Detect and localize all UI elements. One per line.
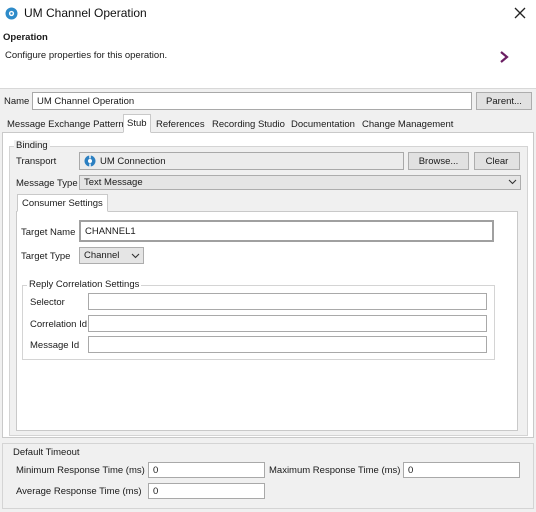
header-title: Operation [3, 32, 48, 43]
tab-documentation[interactable]: Documentation [287, 116, 359, 132]
tab-stub[interactable]: Stub [123, 114, 151, 133]
message-id-label: Message Id [30, 340, 80, 351]
clear-button[interactable]: Clear [474, 152, 520, 170]
close-icon[interactable] [510, 3, 530, 23]
name-value: UM Channel Operation [37, 95, 135, 107]
binding-group-label: Binding [14, 140, 50, 151]
name-field[interactable]: UM Channel Operation [32, 92, 472, 110]
correlation-id-field[interactable] [88, 315, 487, 332]
avg-response-label: Average Response Time (ms) [16, 486, 142, 497]
max-response-value: 0 [408, 464, 414, 476]
selector-field[interactable] [88, 293, 487, 310]
max-response-field[interactable]: 0 [403, 462, 520, 478]
target-name-field[interactable]: CHANNEL1 [79, 220, 494, 242]
reply-correlation-label: Reply Correlation Settings [27, 279, 142, 290]
tab-references[interactable]: References [152, 116, 209, 132]
avg-response-field[interactable]: 0 [148, 483, 265, 499]
tab-label: Message Exchange Pattern [7, 118, 124, 130]
name-label: Name [4, 96, 30, 107]
min-response-field[interactable]: 0 [148, 462, 265, 478]
message-type-select[interactable]: Text Message [79, 175, 521, 190]
transport-label: Transport [16, 156, 57, 167]
tab-change-management[interactable]: Change Management [358, 116, 457, 132]
correlation-id-label: Correlation Id [30, 319, 88, 330]
um-connection-icon [84, 155, 96, 167]
service-gear-icon [5, 7, 18, 20]
chevron-right-icon[interactable] [498, 50, 510, 64]
tab-label: Change Management [362, 118, 454, 130]
window-title: UM Channel Operation [24, 6, 147, 20]
header-description: Configure properties for this operation. [5, 50, 168, 61]
min-response-value: 0 [153, 464, 159, 476]
parent-button[interactable]: Parent... [476, 92, 532, 110]
tab-message-exchange-pattern[interactable]: Message Exchange Pattern [3, 116, 128, 132]
default-timeout-label: Default Timeout [13, 447, 80, 458]
browse-button-label: Browse... [418, 155, 459, 167]
target-type-value: Channel [84, 250, 120, 261]
message-type-label: Message Type [16, 178, 78, 189]
tab-label: Documentation [291, 118, 355, 130]
selector-label: Selector [30, 297, 65, 308]
max-response-label: Maximum Response Time (ms) [269, 465, 401, 476]
avg-response-value: 0 [153, 485, 159, 497]
chevron-down-icon [131, 253, 140, 259]
target-name-value: CHANNEL1 [85, 225, 136, 237]
tab-recording-studio[interactable]: Recording Studio [208, 116, 289, 132]
message-type-value: Text Message [84, 177, 143, 188]
target-type-select[interactable]: Channel [79, 247, 144, 264]
clear-button-label: Clear [485, 155, 509, 167]
transport-value: UM Connection [100, 155, 166, 167]
chevron-down-icon [508, 179, 517, 185]
title-bar: UM Channel Operation [0, 0, 536, 27]
operation-header: Operation Configure properties for this … [0, 27, 536, 89]
tab-label: References [156, 118, 205, 130]
target-type-label: Target Type [21, 251, 71, 262]
transport-field[interactable]: UM Connection [79, 152, 404, 170]
message-id-field[interactable] [88, 336, 487, 353]
consumer-settings-label: Consumer Settings [22, 197, 103, 209]
min-response-label: Minimum Response Time (ms) [16, 465, 145, 476]
target-name-label: Target Name [21, 227, 76, 238]
browse-button[interactable]: Browse... [408, 152, 469, 170]
tab-label: Recording Studio [212, 118, 285, 130]
tab-label: Stub [127, 118, 147, 129]
tab-consumer-settings[interactable]: Consumer Settings [17, 194, 108, 212]
parent-button-label: Parent... [486, 95, 522, 107]
